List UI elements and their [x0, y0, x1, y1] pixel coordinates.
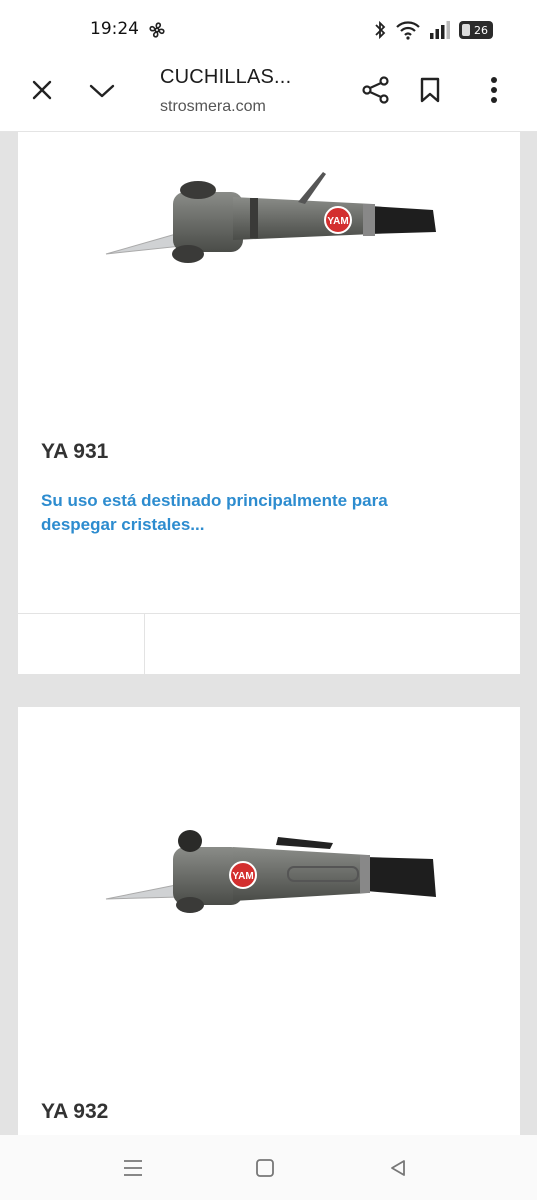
status-time: 19:24 — [90, 19, 139, 39]
chevron-down-icon — [89, 84, 115, 98]
fan-icon — [149, 22, 165, 38]
page-url: strosmera.com — [160, 98, 266, 115]
custom-tab-toolbar: CUCHILLAS... strosmera.com — [0, 60, 537, 132]
web-content[interactable]: YAM YA 931 Su uso está destinado princip… — [0, 132, 537, 1135]
brand-logo-text: YAM — [232, 871, 253, 882]
page-title: CUCHILLAS... — [160, 66, 292, 88]
more-options-button[interactable] — [474, 70, 514, 110]
share-button[interactable] — [356, 70, 396, 110]
status-bar: 19:24 26 — [0, 0, 537, 60]
footer-cell — [18, 614, 145, 674]
product-image[interactable]: YAM — [98, 807, 443, 957]
minimize-button[interactable] — [82, 70, 122, 110]
recents-icon — [124, 1160, 142, 1176]
brand-logo-text: YAM — [327, 216, 348, 227]
wifi-icon — [396, 21, 420, 40]
battery-icon: 26 — [459, 21, 493, 39]
bluetooth-icon — [375, 20, 386, 40]
bookmark-button[interactable] — [410, 70, 450, 110]
product-card[interactable]: YAM YA 931 Su uso está destinado princip… — [18, 132, 520, 674]
close-button[interactable] — [22, 70, 62, 110]
bookmark-icon — [420, 77, 440, 103]
product-image[interactable]: YAM — [98, 142, 443, 292]
product-title[interactable]: YA 931 — [41, 440, 108, 464]
more-vert-icon — [491, 77, 497, 103]
home-button[interactable] — [247, 1153, 283, 1183]
recents-button[interactable] — [115, 1153, 151, 1183]
home-icon — [256, 1159, 274, 1177]
product-title[interactable]: YA 932 — [41, 1100, 108, 1124]
product-card[interactable]: YAM YA 932 — [18, 707, 520, 1135]
battery-level: 26 — [474, 23, 488, 37]
system-nav-bar — [0, 1135, 537, 1200]
back-button[interactable] — [380, 1153, 416, 1183]
back-icon — [391, 1160, 405, 1176]
product-description-link[interactable]: Su uso está destinado principalmente par… — [41, 489, 441, 537]
close-icon — [32, 80, 52, 100]
signal-icon — [430, 21, 450, 39]
card-footer — [18, 613, 520, 674]
share-icon — [362, 76, 389, 104]
